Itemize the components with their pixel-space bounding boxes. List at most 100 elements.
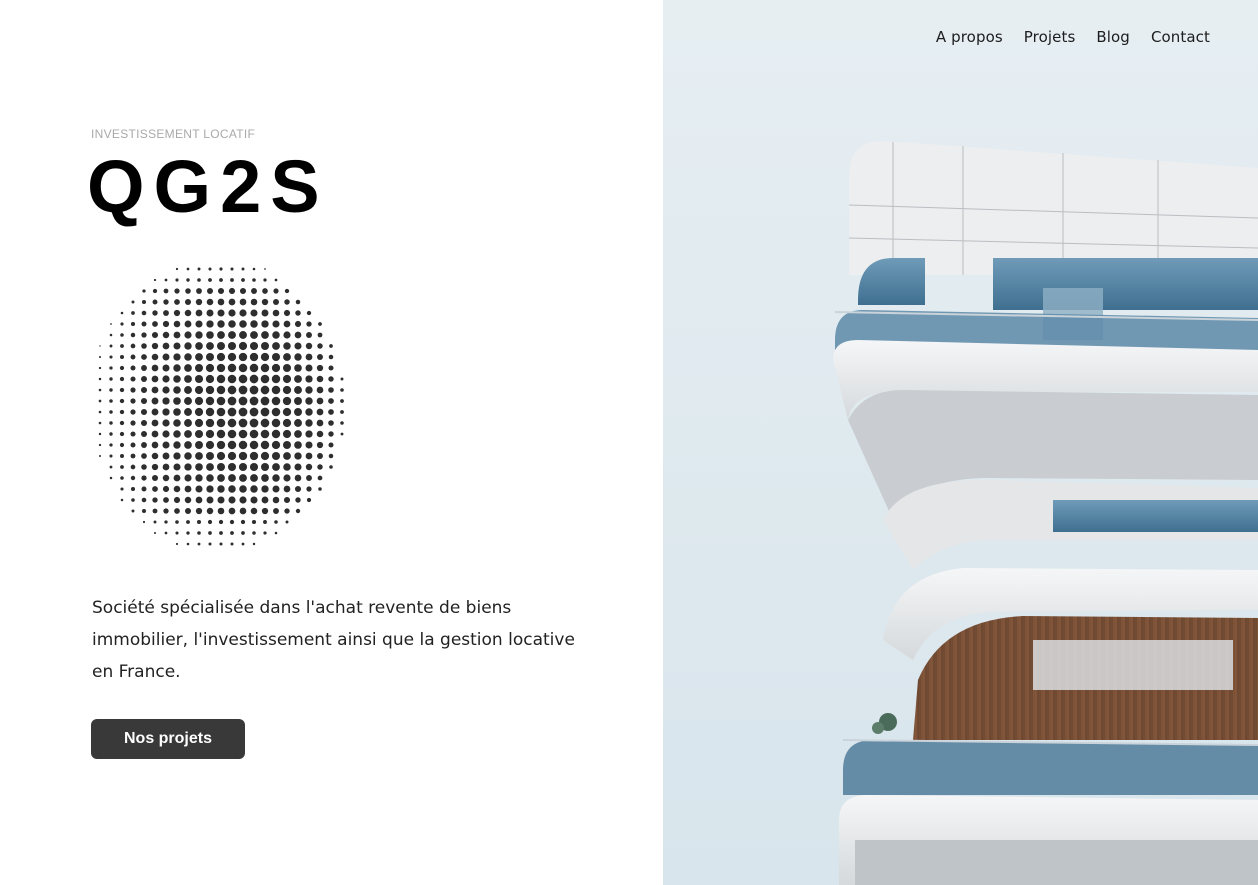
sphere-dot — [305, 386, 313, 394]
sphere-dot — [141, 431, 147, 437]
sphere-dot — [174, 508, 180, 514]
sphere-dot — [249, 352, 259, 362]
sphere-dot — [184, 463, 192, 471]
nos-projets-button[interactable]: Nos projets — [91, 719, 245, 759]
sphere-dot — [162, 419, 170, 427]
sphere-dot — [227, 396, 237, 406]
sphere-dot — [282, 374, 292, 384]
sphere-dot — [217, 287, 225, 295]
sphere-dot — [216, 385, 226, 395]
sphere-dot — [239, 287, 247, 295]
sphere-dot — [195, 474, 203, 482]
sphere-dot — [130, 442, 136, 448]
sphere-dot — [206, 320, 214, 328]
sphere-dot — [340, 410, 344, 414]
sphere-dot — [238, 374, 248, 384]
hero-eyebrow: INVESTISSEMENT LOCATIF — [91, 127, 256, 141]
sphere-dot — [141, 376, 147, 382]
sphere-dot — [294, 463, 302, 471]
sphere-dot — [197, 542, 201, 546]
sphere-dot — [217, 331, 225, 339]
sphere-dot — [261, 474, 269, 482]
halftone-sphere-logo — [98, 267, 344, 546]
sphere-dot — [228, 309, 236, 317]
sphere-dot — [249, 440, 259, 450]
sphere-dot — [240, 519, 246, 525]
sphere-dot — [316, 408, 324, 416]
sphere-dot — [305, 463, 313, 471]
sphere-dot — [216, 429, 226, 439]
sphere-dot — [184, 474, 192, 482]
sphere-dot — [239, 298, 247, 306]
sphere-dot — [98, 388, 102, 392]
sphere-dot — [294, 430, 302, 438]
sphere-dot — [317, 475, 323, 481]
sphere-dot — [249, 363, 259, 373]
sphere-dot — [194, 396, 204, 406]
sphere-dot — [141, 332, 147, 338]
sphere-dot — [194, 385, 204, 395]
sphere-dot — [207, 519, 213, 525]
sphere-dot — [271, 451, 281, 461]
sphere-dot — [252, 278, 256, 282]
sphere-dot — [250, 320, 258, 328]
sphere-dot — [249, 418, 259, 428]
sphere-dot — [260, 440, 270, 450]
sphere-dot — [162, 320, 170, 328]
nav-link-projets[interactable]: Projets — [1024, 28, 1076, 46]
sphere-dot — [260, 407, 270, 417]
sphere-dot — [227, 363, 237, 373]
sphere-dot — [184, 507, 192, 515]
sphere-dot — [273, 299, 279, 305]
sphere-dot — [305, 430, 313, 438]
sphere-dot — [317, 343, 323, 349]
sphere-dot — [120, 333, 124, 337]
sphere-dot — [119, 398, 125, 404]
sphere-dot — [250, 507, 258, 515]
top-navigation: A propos Projets Blog Contact — [936, 28, 1210, 46]
nav-link-contact[interactable]: Contact — [1151, 28, 1210, 46]
sphere-dot — [109, 432, 113, 436]
sphere-dot — [141, 365, 147, 371]
sphere-dot — [228, 485, 236, 493]
sphere-dot — [316, 397, 324, 405]
sphere-dot — [261, 320, 269, 328]
sphere-dot — [272, 320, 280, 328]
sphere-dot — [151, 419, 159, 427]
sphere-dot — [197, 278, 201, 282]
sphere-dot — [173, 452, 181, 460]
sphere-dot — [282, 385, 292, 395]
nav-link-a-propos[interactable]: A propos — [936, 28, 1003, 46]
sphere-dot — [206, 287, 214, 295]
nav-link-blog[interactable]: Blog — [1096, 28, 1130, 46]
sphere-dot — [294, 353, 302, 361]
sphere-dot — [151, 474, 159, 482]
sphere-dot — [141, 497, 147, 503]
sphere-dot — [249, 451, 259, 461]
sphere-dot — [282, 396, 292, 406]
sphere-dot — [328, 365, 334, 371]
sphere-dot — [295, 508, 301, 514]
sphere-dot — [120, 498, 124, 502]
sphere-dot — [152, 508, 158, 514]
sphere-dot — [263, 520, 267, 524]
sphere-dot — [194, 407, 204, 417]
sphere-dot — [109, 399, 113, 403]
sphere-dot — [151, 353, 159, 361]
sphere-dot — [195, 441, 203, 449]
sphere-dot — [340, 399, 344, 403]
sphere-dot — [249, 385, 259, 395]
sphere-dot — [164, 531, 168, 535]
sphere-dot — [283, 441, 291, 449]
sphere-dot — [162, 452, 170, 460]
sphere-dot — [328, 354, 334, 360]
sphere-dot — [119, 387, 125, 393]
sphere-dot — [173, 342, 181, 350]
sphere-dot — [109, 377, 113, 381]
sphere-dot — [206, 463, 214, 471]
sphere-dot — [294, 364, 302, 372]
sphere-dot — [162, 331, 170, 339]
sphere-dot — [294, 386, 302, 394]
sphere-dot — [271, 396, 281, 406]
sphere-dot — [230, 278, 234, 282]
